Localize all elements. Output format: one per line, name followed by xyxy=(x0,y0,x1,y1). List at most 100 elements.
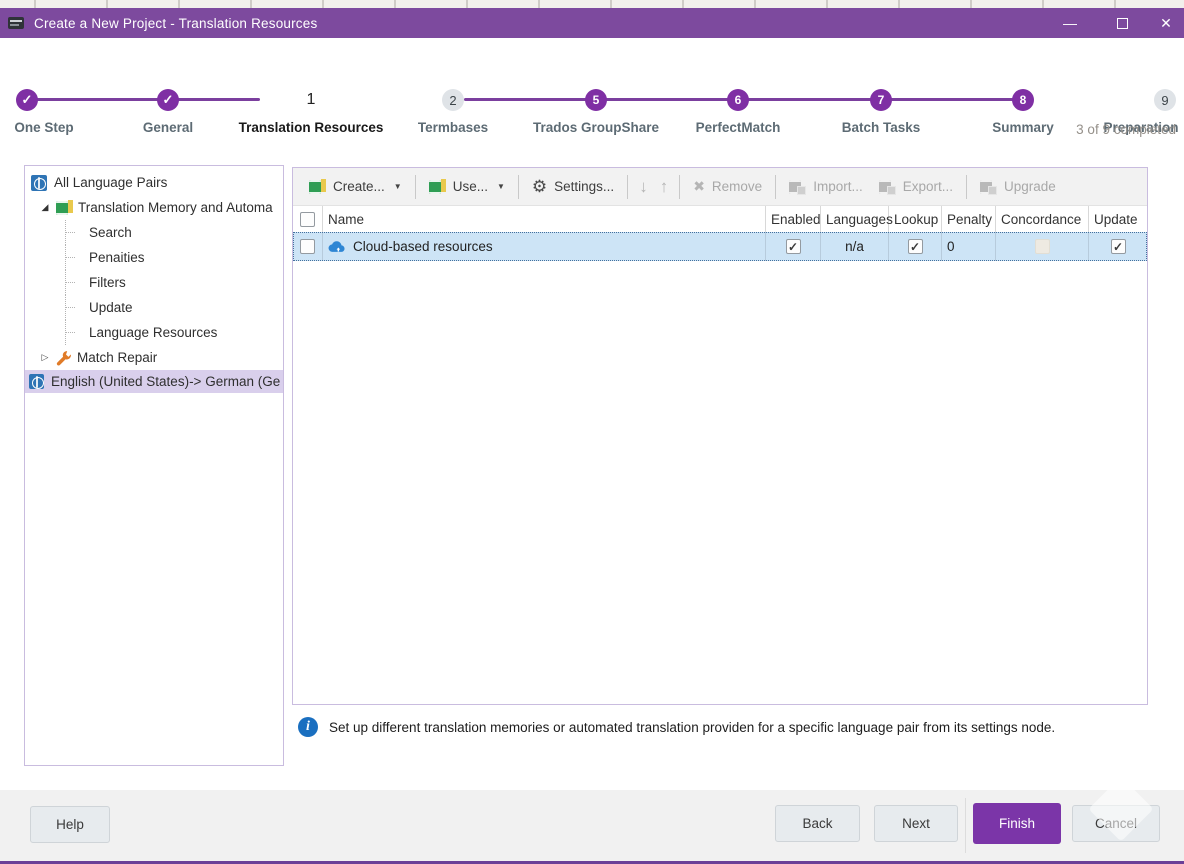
step-2-indicator[interactable]: ✓ xyxy=(157,89,179,111)
close-button[interactable]: ✕ xyxy=(1148,8,1184,38)
create-project-wizard-window: Create a New Project - Translation Resou… xyxy=(0,0,1184,864)
back-button[interactable]: Back xyxy=(775,805,860,842)
toolbar-separator xyxy=(627,175,628,199)
column-header-lookup[interactable]: Lookup xyxy=(889,206,942,232)
row-penalty-cell[interactable]: 0 xyxy=(942,232,996,261)
update-checkbox-checked[interactable]: ✓ xyxy=(1111,239,1126,254)
maximize-icon xyxy=(1117,18,1128,29)
tree-item-match-repair[interactable]: ▷ Match Repair xyxy=(25,345,283,370)
step-7-indicator[interactable]: 7 xyxy=(870,89,892,111)
settings-button[interactable]: ⚙ Settings... xyxy=(524,173,622,200)
window-title: Create a New Project - Translation Resou… xyxy=(34,16,317,31)
create-tm-icon xyxy=(309,179,326,195)
move-down-button[interactable]: ↓ xyxy=(633,177,654,197)
language-pair-icon xyxy=(29,374,44,389)
maximize-button[interactable] xyxy=(1096,8,1148,38)
upgrade-button[interactable]: Upgrade xyxy=(972,174,1064,200)
step-label-one-step[interactable]: One Step xyxy=(14,120,73,135)
import-button[interactable]: Import... xyxy=(781,174,871,200)
column-header-concordance[interactable]: Concordance xyxy=(996,206,1089,232)
info-text: Set up different translation memories or… xyxy=(329,720,1055,735)
toolbar-separator xyxy=(518,175,519,199)
step-label-translation-resources[interactable]: Translation Resources xyxy=(239,120,384,135)
step-9-indicator[interactable]: 9 xyxy=(1154,89,1176,111)
tree-item-update[interactable]: Update xyxy=(25,295,283,320)
help-button[interactable]: Help xyxy=(30,806,110,843)
use-tm-icon xyxy=(429,179,446,195)
step-label-termbases[interactable]: Termbases xyxy=(418,120,488,135)
row-update-cell: ✓ xyxy=(1089,232,1147,261)
step-label-batch-tasks[interactable]: Batch Tasks xyxy=(842,120,921,135)
tree-item-translation-memory[interactable]: ◢ Translation Memory and Automa xyxy=(25,195,283,220)
step-label-perfectmatch[interactable]: PerfectMatch xyxy=(696,120,781,135)
tree-item-language-resources[interactable]: Language Resources xyxy=(25,320,283,345)
toolbar-separator xyxy=(966,175,967,199)
column-header-enabled[interactable]: Enabled xyxy=(766,206,821,232)
minimize-button[interactable]: — xyxy=(1044,8,1096,38)
gear-icon: ⚙ xyxy=(532,178,547,195)
use-button[interactable]: Use... ▼ xyxy=(421,174,513,200)
expander-collapsed-icon[interactable]: ▷ xyxy=(39,352,51,363)
tree-guide xyxy=(65,320,83,345)
next-button[interactable]: Next xyxy=(874,805,958,842)
remove-button[interactable]: ✖ Remove xyxy=(685,173,770,200)
finish-button[interactable]: Finish xyxy=(973,803,1061,844)
wizard-steps: ✓ ✓ 1 2 5 6 7 8 9 One Step General Trans… xyxy=(0,38,1184,148)
step-connector xyxy=(168,98,260,101)
row-checkbox[interactable] xyxy=(300,239,315,254)
tree-guide xyxy=(65,220,83,245)
expander-expanded-icon[interactable]: ◢ xyxy=(39,202,51,213)
tree-guide xyxy=(65,270,83,295)
tree-item-language-pair-en-de[interactable]: English (United States)-> German (Ge xyxy=(25,370,283,393)
row-lookup-cell: ✓ xyxy=(889,232,942,261)
info-row: i Set up different translation memories … xyxy=(298,717,1158,737)
row-concordance-cell xyxy=(996,232,1089,261)
step-8-indicator[interactable]: 8 xyxy=(1012,89,1034,111)
step-label-trados-groupshare[interactable]: Trados GroupShare xyxy=(533,120,659,135)
tree-guide xyxy=(65,295,83,320)
tree-item-all-language-pairs[interactable]: All Language Pairs xyxy=(25,170,283,195)
step-3-indicator[interactable]: 1 xyxy=(300,89,322,111)
chevron-down-icon[interactable]: ▼ xyxy=(394,182,402,191)
footer-divider xyxy=(965,798,966,853)
step-label-summary[interactable]: Summary xyxy=(992,120,1054,135)
export-button[interactable]: Export... xyxy=(871,174,961,200)
row-enabled-cell: ✓ xyxy=(766,232,821,261)
tree-item-penalties[interactable]: Penaities xyxy=(25,245,283,270)
move-up-button[interactable]: ↑ xyxy=(654,177,675,197)
cloud-icon xyxy=(328,240,346,253)
step-connector xyxy=(27,98,168,101)
tree-item-filters[interactable]: Filters xyxy=(25,270,283,295)
window-controls: — ✕ xyxy=(1044,8,1184,38)
column-header-languages[interactable]: Languages xyxy=(821,206,889,232)
tree-item-search[interactable]: Search xyxy=(25,220,283,245)
titlebar[interactable]: Create a New Project - Translation Resou… xyxy=(0,8,1184,38)
settings-tree[interactable]: All Language Pairs ◢ Translation Memory … xyxy=(24,165,284,766)
info-icon: i xyxy=(298,717,318,737)
step-4-indicator[interactable]: 2 xyxy=(442,89,464,111)
translation-memory-icon xyxy=(56,200,73,216)
column-header-update[interactable]: Update xyxy=(1089,206,1147,232)
create-button[interactable]: Create... ▼ xyxy=(301,174,410,200)
enabled-checkbox-checked[interactable]: ✓ xyxy=(786,239,801,254)
close-icon: ✕ xyxy=(1160,15,1172,32)
row-name-cell[interactable]: Cloud-based resources xyxy=(323,232,766,261)
lookup-checkbox-checked[interactable]: ✓ xyxy=(908,239,923,254)
table-header: Name Enabled Languages Lookup Penalty Co… xyxy=(293,206,1147,232)
step-label-general[interactable]: General xyxy=(143,120,193,135)
check-icon: ✓ xyxy=(22,92,33,108)
footer-bar: Help Back Next Finish Cancel xyxy=(0,790,1184,861)
chevron-down-icon[interactable]: ▼ xyxy=(497,182,505,191)
toolbar-separator xyxy=(775,175,776,199)
column-header-name[interactable]: Name xyxy=(323,206,766,232)
column-header-penalty[interactable]: Penalty xyxy=(942,206,996,232)
export-icon xyxy=(879,179,896,195)
step-6-indicator[interactable]: 6 xyxy=(727,89,749,111)
upgrade-icon xyxy=(980,179,997,195)
select-all-checkbox[interactable] xyxy=(300,212,315,227)
step-5-indicator[interactable]: 5 xyxy=(585,89,607,111)
step-1-indicator[interactable]: ✓ xyxy=(16,89,38,111)
table-row-cloud-based-resources[interactable]: Cloud-based resources ✓ n/a ✓ 0 ✓ xyxy=(293,232,1147,261)
check-icon: ✓ xyxy=(163,92,174,108)
remove-x-icon: ✖ xyxy=(693,178,705,195)
